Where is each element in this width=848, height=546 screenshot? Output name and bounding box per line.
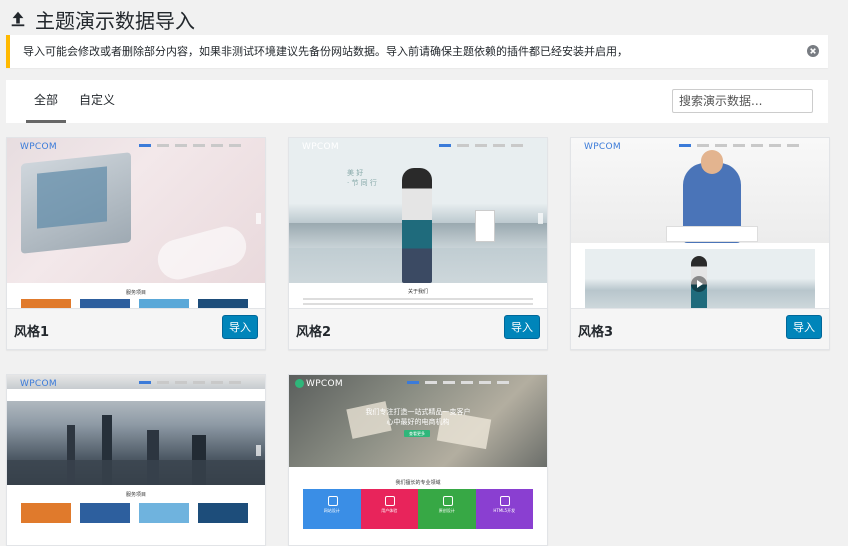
demo-logo-4: WPCOM <box>20 379 57 389</box>
feature-tile: 用户体验 <box>360 489 418 529</box>
demo-section-title-4: 服务项目 <box>125 492 146 498</box>
demo-logo-1: WPCOM <box>20 142 57 152</box>
feature-icon <box>385 496 396 506</box>
feature-tile: HTML5开发 <box>475 489 533 529</box>
demo-footer-2: 风格2 导入 <box>289 308 547 349</box>
close-circle-icon[interactable] <box>807 45 819 57</box>
demo-footer-3: 风格3 导入 <box>571 308 829 349</box>
demo-logo-2: WPCOM <box>302 142 339 152</box>
demo-footer-1: 风格1 导入 <box>7 308 265 349</box>
tab-all[interactable]: 全部 <box>25 80 67 123</box>
search-input[interactable] <box>672 89 813 113</box>
demo-section-title-5: 我们擅长的专业领域 <box>395 480 441 486</box>
feature-tile: 网站设计 <box>303 489 361 529</box>
feature-tile: 原创设计 <box>418 489 476 529</box>
demo-preview-1[interactable]: WPCOM 服务项目 <box>7 138 265 308</box>
feature-label: 用户体验 <box>381 508 398 513</box>
import-button-3[interactable]: 导入 <box>786 315 822 339</box>
demo-section-title-2: 关于我们 <box>407 289 428 295</box>
demo-preview-2[interactable]: 美 好 · 节 同 行 WPCOM 关于我们 <box>289 138 547 308</box>
demo-card-3[interactable]: WPCOM 风格3 导入 <box>570 137 830 350</box>
import-button-2[interactable]: 导入 <box>504 315 540 339</box>
demo-banner-button-5: 查看更多 <box>404 430 430 437</box>
feature-label: HTML5开发 <box>493 508 516 513</box>
demo-card-4[interactable]: WPCOM 服务项目 <box>6 374 266 546</box>
demo-name-1: 风格1 <box>14 325 50 340</box>
feature-icon <box>442 496 453 506</box>
feature-icon <box>327 496 338 506</box>
demo-logo-5: WPCOM <box>306 379 343 389</box>
notice-text: 导入可能会修改或者删除部分内容，如果非测试环境建议先备份网站数据。导入前请确保主… <box>23 45 628 58</box>
demo-banner-line2-5: 心中最好的电商机构 <box>386 418 450 426</box>
feature-label: 原创设计 <box>438 508 455 513</box>
demo-preview-3[interactable]: WPCOM <box>571 138 829 308</box>
feature-icon <box>500 496 511 506</box>
demo-name-2: 风格2 <box>296 325 332 340</box>
demo-section-title-1: 服务项目 <box>125 290 146 296</box>
page-title: 主题演示数据导入 <box>9 5 195 33</box>
page-title-text: 主题演示数据导入 <box>35 8 195 33</box>
filter-tabs-bar: 全部 自定义 <box>6 80 828 123</box>
demo-banner-line1-5: 我们专注打造一站式精品一变客户 <box>365 408 471 416</box>
upload-icon <box>11 11 25 27</box>
demo-card-5[interactable]: WPCOM 我们专注打造一站式精品一变客户 心中最好的电商机构 查看更多 我们擅… <box>288 374 548 546</box>
warning-notice: 导入可能会修改或者删除部分内容，如果非测试环境建议先备份网站数据。导入前请确保主… <box>6 35 828 68</box>
import-button-1[interactable]: 导入 <box>222 315 258 339</box>
demo-card-1[interactable]: WPCOM 服务项目 风格1 导入 <box>6 137 266 350</box>
demo-card-2[interactable]: 美 好 · 节 同 行 WPCOM 关于我们 风格2 导入 <box>288 137 548 350</box>
demo-preview-4[interactable]: WPCOM 服务项目 <box>7 375 265 545</box>
tab-custom[interactable]: 自定义 <box>79 80 115 123</box>
demo-logo-3: WPCOM <box>584 142 621 152</box>
demo-preview-5[interactable]: WPCOM 我们专注打造一站式精品一变客户 心中最好的电商机构 查看更多 我们擅… <box>289 375 547 545</box>
feature-label: 网站设计 <box>323 508 340 513</box>
demo-name-3: 风格3 <box>578 325 614 340</box>
